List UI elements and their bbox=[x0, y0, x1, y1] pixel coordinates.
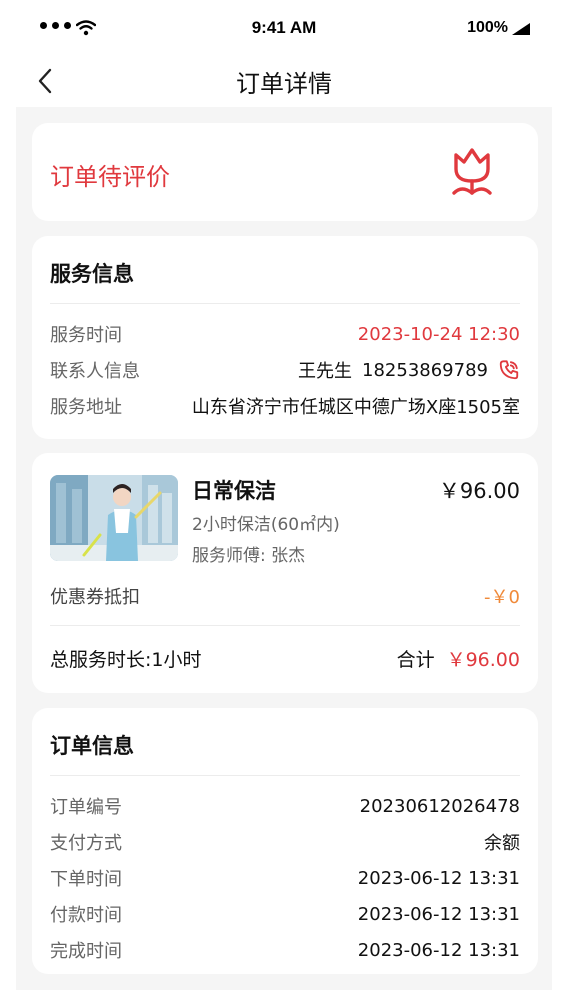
cleaner-photo bbox=[50, 475, 178, 561]
content-area: 订单待评价 服务信息 服务时间 2023-10-24 12:30 联系人信息 王… bbox=[16, 107, 552, 990]
service-time-value: 2023-10-24 12:30 bbox=[357, 323, 520, 345]
battery-icon bbox=[512, 23, 530, 35]
divider bbox=[50, 625, 520, 626]
tulip-icon bbox=[452, 148, 492, 195]
complete-time-row: 完成时间 2023-06-12 13:31 bbox=[50, 936, 520, 964]
order-number-row: 订单编号 20230612026478 bbox=[50, 792, 520, 820]
contact-row: 联系人信息 王先生 18253869789 bbox=[50, 356, 520, 384]
order-info-card: 订单信息 订单编号 20230612026478 支付方式 余额 下单时间 20… bbox=[32, 708, 538, 974]
order-status-text: 订单待评价 bbox=[50, 163, 170, 191]
product-name: 日常保洁 bbox=[192, 479, 276, 503]
service-address-value: 山东省济宁市任城区中德广场X座1505室 bbox=[191, 397, 520, 418]
total-value: ￥96.00 bbox=[446, 649, 520, 671]
contact-phone: 18253869789 bbox=[362, 359, 488, 381]
payment-method-value: 余额 bbox=[484, 833, 520, 854]
service-address-label: 服务地址 bbox=[50, 397, 122, 418]
order-info-title: 订单信息 bbox=[50, 734, 134, 758]
service-worker: 服务师傅: 张杰 bbox=[192, 546, 306, 566]
contact-label: 联系人信息 bbox=[50, 361, 140, 382]
status-bar: 9:41 AM 100% bbox=[0, 0, 568, 56]
contact-value: 王先生 18253869789 bbox=[298, 357, 520, 383]
total-duration: 总服务时长:1小时 bbox=[50, 649, 202, 671]
complete-time-value: 2023-06-12 13:31 bbox=[357, 939, 520, 961]
phone-icon[interactable] bbox=[498, 359, 520, 381]
payment-method-row: 支付方式 余额 bbox=[50, 828, 520, 856]
page-title: 订单详情 bbox=[236, 70, 332, 98]
contact-name: 王先生 bbox=[298, 361, 353, 382]
service-address-row: 服务地址 山东省济宁市任城区中德广场X座1505室 bbox=[50, 392, 520, 420]
service-time-row: 服务时间 2023-10-24 12:30 bbox=[50, 320, 520, 348]
payment-time-value: 2023-06-12 13:31 bbox=[357, 903, 520, 925]
service-info-card: 服务信息 服务时间 2023-10-24 12:30 联系人信息 王先生 182… bbox=[32, 236, 538, 439]
nav-bar: 订单详情 bbox=[0, 56, 568, 106]
service-info-title: 服务信息 bbox=[50, 262, 134, 286]
order-detail-page: 9:41 AM 100% 订单详情 订单待评价 服务信息 服务时间 2023-1… bbox=[0, 0, 568, 990]
order-number-value: 20230612026478 bbox=[359, 795, 520, 817]
service-time-label: 服务时间 bbox=[50, 325, 122, 346]
order-time-value: 2023-06-12 13:31 bbox=[357, 867, 520, 889]
order-time-row: 下单时间 2023-06-12 13:31 bbox=[50, 864, 520, 892]
order-number-label: 订单编号 bbox=[50, 797, 122, 818]
product-card: 日常保洁 ￥96.00 2小时保洁(60㎡内) 服务师傅: 张杰 优惠券抵扣 -… bbox=[32, 453, 538, 693]
order-status-card: 订单待评价 bbox=[32, 123, 538, 221]
total-amount: 合计 ￥96.00 bbox=[397, 645, 520, 672]
divider bbox=[50, 303, 520, 304]
coupon-value: -￥0 bbox=[484, 587, 520, 608]
total-label: 合计 bbox=[396, 649, 435, 671]
coupon-label: 优惠券抵扣 bbox=[50, 587, 140, 608]
payment-time-label: 付款时间 bbox=[50, 905, 122, 926]
product-spec: 2小时保洁(60㎡内) bbox=[192, 515, 340, 535]
product-price: ￥96.00 bbox=[438, 479, 520, 503]
divider bbox=[50, 775, 520, 776]
payment-method-label: 支付方式 bbox=[50, 833, 122, 854]
battery-percentage: 100% bbox=[467, 19, 508, 36]
complete-time-label: 完成时间 bbox=[50, 941, 122, 962]
payment-time-row: 付款时间 2023-06-12 13:31 bbox=[50, 900, 520, 928]
order-time-label: 下单时间 bbox=[50, 869, 122, 890]
